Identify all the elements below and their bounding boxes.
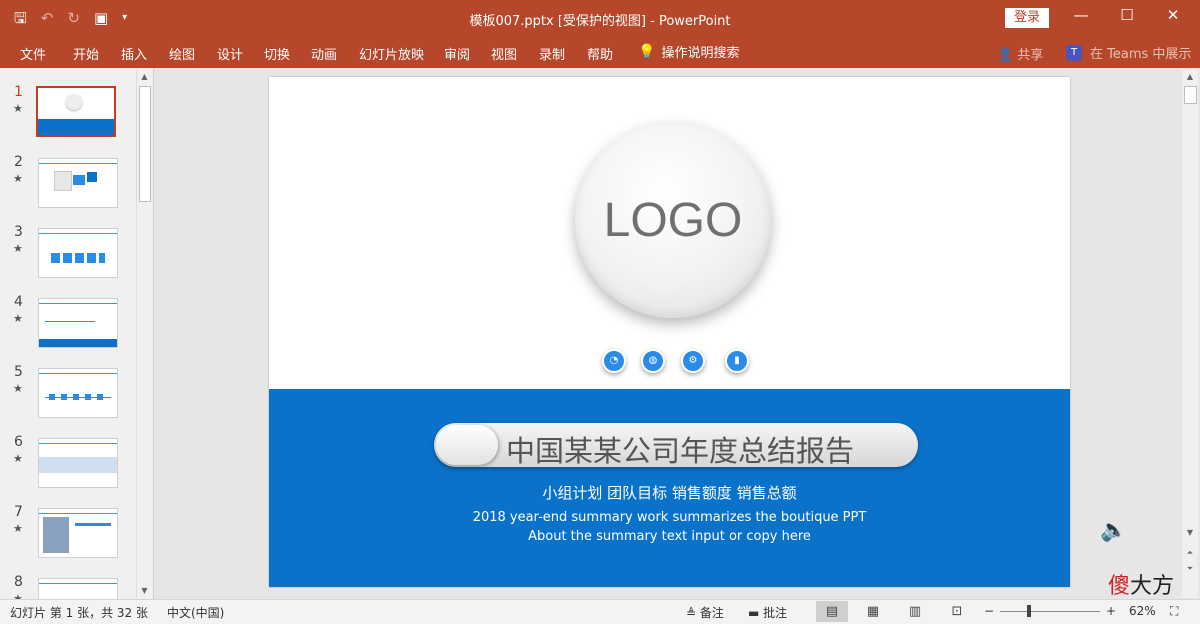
canvas-scrollbar[interactable]: ▲ ▼ ⏶ ⏷ bbox=[1182, 70, 1198, 598]
zoom-level[interactable]: 62% bbox=[1129, 604, 1156, 618]
scroll-up-icon[interactable]: ▲ bbox=[1182, 72, 1198, 81]
slide-counter: 幻灯片 第 1 张，共 32 张 bbox=[10, 606, 148, 620]
slide-thumbnail-5[interactable] bbox=[38, 368, 118, 418]
notes-label: 备注 bbox=[699, 606, 724, 620]
animation-star-icon: ★ bbox=[13, 242, 23, 255]
scroll-down-icon[interactable]: ▼ bbox=[1182, 528, 1198, 537]
tab-view[interactable]: 视图 bbox=[491, 44, 517, 63]
slide-sorter-icon[interactable]: ▦ bbox=[857, 601, 889, 622]
thumbnail-scrollbar[interactable]: ▲ ▼ bbox=[136, 70, 152, 598]
minimize-icon[interactable]: — bbox=[1066, 6, 1096, 24]
animation-star-icon: ★ bbox=[13, 592, 23, 599]
animation-star-icon: ★ bbox=[13, 172, 23, 185]
slide-thumbnail-4[interactable] bbox=[38, 298, 118, 348]
login-button[interactable]: 登录 bbox=[1005, 8, 1049, 28]
watermark-right: 大方 bbox=[1130, 574, 1175, 599]
previous-slide-icon[interactable]: ⏶ bbox=[1182, 548, 1198, 558]
teams-label: 在 Teams 中展示 bbox=[1090, 47, 1192, 62]
scrollbar-thumb[interactable] bbox=[139, 86, 151, 202]
ribbon-tabs: 文件 开始 插入 绘图 设计 切换 动画 幻灯片放映 审阅 视图 录制 帮助 💡… bbox=[0, 37, 1200, 68]
notes-icon: ≜ bbox=[686, 606, 697, 620]
zoom-slider[interactable] bbox=[1000, 611, 1100, 612]
fit-to-window-icon[interactable]: ⛶ bbox=[1170, 604, 1178, 619]
restore-icon[interactable]: ☐ bbox=[1112, 6, 1142, 24]
tab-draw[interactable]: 绘图 bbox=[169, 44, 195, 63]
tab-help[interactable]: 帮助 bbox=[587, 44, 613, 63]
tell-me-search[interactable]: 💡 操作说明搜索 bbox=[638, 42, 740, 62]
comments-button[interactable]: ▬ 批注 bbox=[748, 604, 787, 621]
gears-icon: ⚙ bbox=[681, 349, 705, 373]
tab-transitions[interactable]: 切换 bbox=[264, 44, 290, 63]
scrollbar-thumb[interactable] bbox=[1184, 86, 1197, 104]
slide-text-line-1[interactable]: 2018 year-end summary work summarizes th… bbox=[269, 510, 1070, 525]
animation-star-icon: ★ bbox=[13, 382, 23, 395]
thumb-number: 7 bbox=[14, 504, 23, 520]
thumb-number: 1 bbox=[14, 84, 23, 100]
scroll-down-icon[interactable]: ▼ bbox=[137, 586, 152, 595]
language-indicator[interactable]: 中文(中国) bbox=[167, 604, 224, 621]
slide-thumbnail-1[interactable] bbox=[36, 86, 116, 137]
thumb-number: 4 bbox=[14, 294, 23, 310]
zoom-slider-thumb[interactable] bbox=[1027, 605, 1031, 617]
thumb-number: 5 bbox=[14, 364, 23, 380]
title-pill: 中国某某公司年度总结报告 bbox=[434, 423, 918, 470]
tab-insert[interactable]: 插入 bbox=[121, 44, 147, 63]
tab-file[interactable]: 文件 bbox=[20, 44, 46, 63]
current-slide[interactable]: LOGO ◔ ◍ ⚙ ▮ 中国某某公司年度总结报告 小组计划 团队目标 销售额度… bbox=[269, 77, 1070, 587]
slide-thumbnail-7[interactable] bbox=[38, 508, 118, 558]
slideshow-view-icon[interactable]: ⊡ bbox=[941, 601, 973, 622]
slide-text-line-2[interactable]: About the summary text input or copy her… bbox=[269, 529, 1070, 544]
tell-me-label: 操作说明搜索 bbox=[661, 46, 740, 61]
animation-star-icon: ★ bbox=[13, 102, 23, 115]
slide-subtitle-cn[interactable]: 小组计划 团队目标 销售额度 销售总额 bbox=[269, 482, 1070, 503]
thumb-number: 3 bbox=[14, 224, 23, 240]
person-icon: 👤 bbox=[997, 48, 1014, 63]
teams-icon: T bbox=[1066, 44, 1082, 61]
tab-record[interactable]: 录制 bbox=[539, 44, 565, 63]
thumb-number: 6 bbox=[14, 434, 23, 450]
animation-star-icon: ★ bbox=[13, 522, 23, 535]
pill-knob bbox=[436, 425, 498, 465]
slide-thumbnail-6[interactable] bbox=[38, 438, 118, 488]
zoom-out-button[interactable]: − bbox=[984, 604, 994, 618]
zoom-in-button[interactable]: + bbox=[1106, 604, 1116, 618]
watermark-left: 傻 bbox=[1108, 574, 1131, 599]
tab-design[interactable]: 设计 bbox=[217, 44, 243, 63]
animation-star-icon: ★ bbox=[13, 312, 23, 325]
slide-thumbnail-pane: 1 ★ 2 ★ 3 ★ 4 ★ 5 ★ 6 ★ 7 ★ 8 ★ bbox=[0, 68, 154, 599]
chart-pie-icon: ◔ bbox=[602, 349, 626, 373]
title-bar: 🖫 ↶ ↻ ▣ ▾ 模板007.pptx [受保护的视图] - PowerPoi… bbox=[0, 0, 1200, 37]
share-button[interactable]: 👤 共享 bbox=[997, 44, 1043, 63]
logo-placeholder[interactable]: LOGO bbox=[575, 122, 771, 318]
slide-thumbnail-8[interactable] bbox=[38, 578, 118, 599]
speaker-icon[interactable]: 🔈 bbox=[1100, 518, 1127, 543]
bar-chart-icon: ▮ bbox=[725, 349, 749, 373]
reading-view-icon[interactable]: ▥ bbox=[899, 601, 931, 622]
slide-title[interactable]: 中国某某公司年度总结报告 bbox=[506, 428, 854, 470]
thumb-number: 8 bbox=[14, 574, 23, 590]
teams-present-button[interactable]: T 在 Teams 中展示 bbox=[1066, 43, 1191, 62]
tab-slideshow[interactable]: 幻灯片放映 bbox=[359, 44, 424, 63]
comment-icon: ▬ bbox=[748, 606, 760, 620]
tab-animations[interactable]: 动画 bbox=[311, 44, 337, 63]
normal-view-icon[interactable]: ▤ bbox=[816, 601, 848, 622]
next-slide-icon[interactable]: ⏷ bbox=[1182, 564, 1198, 574]
slide-thumbnail-3[interactable] bbox=[38, 228, 118, 278]
tab-review[interactable]: 审阅 bbox=[444, 44, 470, 63]
share-label: 共享 bbox=[1017, 48, 1044, 63]
notes-button[interactable]: ≜ 备注 bbox=[686, 604, 724, 621]
slide-thumbnail-2[interactable] bbox=[38, 158, 118, 208]
lightbulb-icon: 💡 bbox=[638, 43, 656, 60]
status-bar: 幻灯片 第 1 张，共 32 张 中文(中国) ≜ 备注 ▬ 批注 ▤ ▦ ▥ … bbox=[0, 599, 1200, 624]
close-icon[interactable]: ✕ bbox=[1158, 6, 1188, 24]
thumb-number: 2 bbox=[14, 154, 23, 170]
scroll-up-icon[interactable]: ▲ bbox=[137, 72, 152, 81]
watermark: 傻大方 bbox=[1108, 568, 1174, 600]
comments-label: 批注 bbox=[763, 606, 788, 620]
globe-icon: ◍ bbox=[641, 349, 665, 373]
animation-star-icon: ★ bbox=[13, 452, 23, 465]
tab-home[interactable]: 开始 bbox=[73, 44, 99, 63]
